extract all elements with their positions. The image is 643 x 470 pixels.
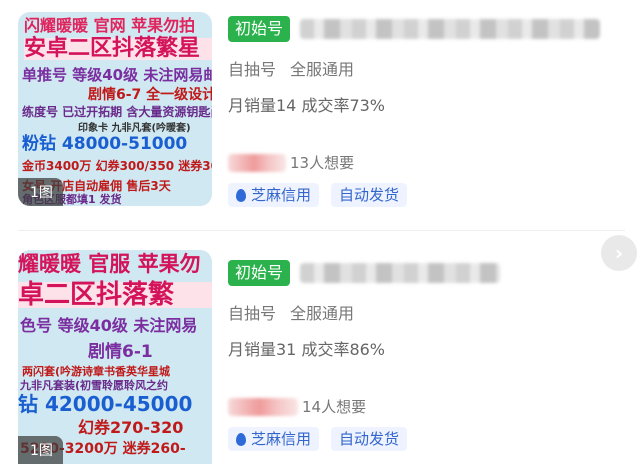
want-count: 14人想要 xyxy=(302,398,367,416)
listing-thumbnail[interactable]: 耀暖暖 官服 苹果勿 卓二区抖落繁 色号 等级40级 未注网易 剧情6-1 两闪… xyxy=(18,250,212,464)
divider xyxy=(18,230,625,231)
image-count-badge: 1图 xyxy=(18,436,63,464)
attr-text: 全服通用 xyxy=(290,304,355,323)
blurred-title xyxy=(300,19,601,39)
want-row: 14人想要 xyxy=(228,396,628,417)
sales-stats: 月销量14 成交率73% xyxy=(228,96,386,115)
listing-thumbnail[interactable]: 闪耀暖暖 官网 苹果勿拍 安卓二区抖落繁星 单推号 等级40级 未注网易邮箱 剧… xyxy=(18,12,212,206)
thumb-text: 卓二区抖落繁 xyxy=(18,282,212,308)
thumb-text: 幻券270-320 xyxy=(78,418,184,437)
thumb-text: 印象卡 九非凡套(吟暖套) xyxy=(78,123,191,134)
thumb-text: 练度号 已过开拓期 含大量资源钥匙尚轮 xyxy=(22,105,212,119)
listing-info: 初始号 自抽号 全服通用 月销量31 成交率86% 14人想要 芝麻信用 自动发… xyxy=(228,258,628,451)
blurred-title xyxy=(300,263,501,283)
water-drop-icon xyxy=(236,432,246,446)
badge-label: 芝麻信用 xyxy=(251,430,312,448)
sales-stats: 月销量31 成交率86% xyxy=(228,340,386,359)
badge-label: 自动发货 xyxy=(339,430,400,448)
thumb-text: 剧情6-1 xyxy=(88,342,153,362)
want-count: 13人想要 xyxy=(290,154,355,172)
listing-attributes: 自抽号 全服通用 xyxy=(228,300,628,324)
badge-label: 芝麻信用 xyxy=(251,186,312,204)
want-row: 13人想要 xyxy=(228,152,628,173)
listing-card[interactable]: 闪耀暖暖 官网 苹果勿拍 安卓二区抖落繁星 单推号 等级40级 未注网易邮箱 剧… xyxy=(0,0,643,226)
next-arrow-button[interactable]: › xyxy=(601,235,637,271)
blurred-seller-name xyxy=(228,153,286,172)
thumb-text: 粉钻 48000-51000 xyxy=(22,134,188,154)
thumb-text: 两闪套(吟游诗章书香英华星城 xyxy=(22,365,171,378)
image-count-badge: 1图 xyxy=(18,178,63,206)
account-type-tag: 初始号 xyxy=(228,16,291,42)
attr-text: 自抽号 xyxy=(228,304,277,323)
thumb-text: 单推号 等级40级 未注网易邮箱 xyxy=(22,66,212,84)
listing-attributes: 自抽号 全服通用 xyxy=(228,56,628,80)
thumb-text: 色号 等级40级 未注网易 xyxy=(20,316,198,335)
badge-row: 芝麻信用 自动发货 xyxy=(228,183,628,207)
listing-info: 初始号 自抽号 全服通用 月销量14 成交率73% 13人想要 芝麻信用 自动发… xyxy=(228,14,628,207)
thumb-text: 剧情6-7 全一级设计师 xyxy=(88,87,212,103)
attr-text: 全服通用 xyxy=(290,60,355,79)
water-drop-icon xyxy=(236,188,246,202)
thumb-text: 金币3400万 幻券300/350 迷券300/420 xyxy=(22,159,212,173)
thumb-text: 九非凡套装(初雪聆愿聆风之约 xyxy=(20,379,169,392)
listing-title-row: 初始号 xyxy=(228,258,628,288)
thumb-text: 闪耀暖暖 官网 苹果勿拍 xyxy=(24,16,196,35)
badge-label: 自动发货 xyxy=(339,186,400,204)
thumb-text: 安卓二区抖落繁星 xyxy=(24,38,212,60)
credit-badge: 芝麻信用 xyxy=(228,427,320,451)
credit-badge: 芝麻信用 xyxy=(228,183,320,207)
listing-card[interactable]: 耀暖暖 官服 苹果勿 卓二区抖落繁 色号 等级40级 未注网易 剧情6-1 两闪… xyxy=(0,238,643,464)
attr-text: 自抽号 xyxy=(228,60,277,79)
thumb-text: 耀暖暖 官服 苹果勿 xyxy=(18,252,201,276)
blurred-seller-name xyxy=(228,397,298,416)
auto-ship-badge: 自动发货 xyxy=(331,183,408,207)
account-type-tag: 初始号 xyxy=(228,260,291,286)
auto-ship-badge: 自动发货 xyxy=(331,427,408,451)
thumb-text: 钻 42000-45000 xyxy=(18,392,193,416)
chevron-right-icon: › xyxy=(614,241,624,265)
listing-title-row: 初始号 xyxy=(228,14,628,44)
badge-row: 芝麻信用 自动发货 xyxy=(228,427,628,451)
